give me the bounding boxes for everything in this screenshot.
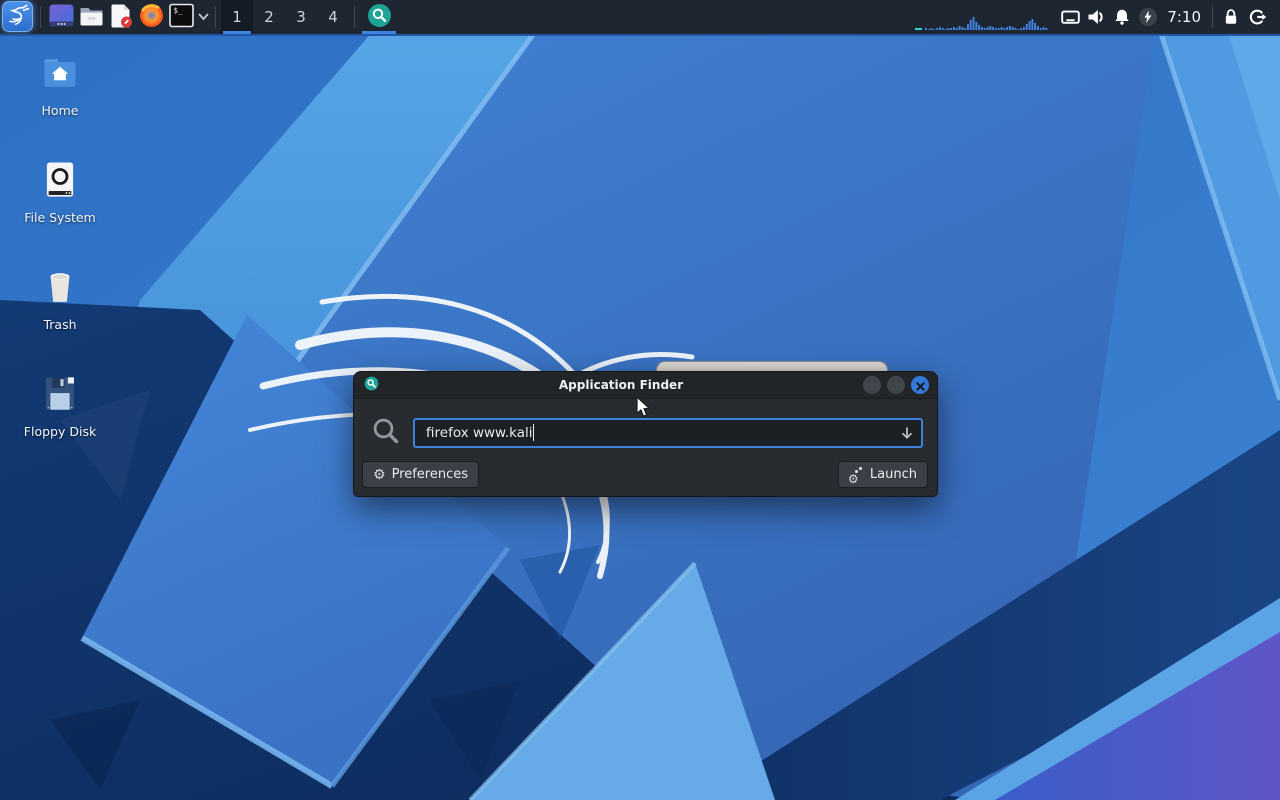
- clock[interactable]: 7:10: [1161, 8, 1207, 26]
- launcher-dashboard[interactable]: [46, 0, 76, 34]
- close-button[interactable]: [911, 376, 929, 394]
- application-finder-window: Application Finder firefox www.kali ⚙ Pr…: [353, 371, 938, 497]
- desktop-icon-trash[interactable]: Trash: [18, 266, 102, 332]
- launcher-dropdown-chevron[interactable]: [196, 0, 210, 34]
- launcher-text-editor[interactable]: [106, 0, 136, 34]
- search-icon: [371, 416, 401, 450]
- desktop-icon-label: File System: [24, 210, 96, 225]
- run-icon: ⚙: [848, 467, 864, 485]
- window-title: Application Finder: [558, 378, 684, 392]
- launch-label: Launch: [869, 467, 917, 482]
- workspace-button-1[interactable]: 1: [221, 0, 253, 34]
- panel-separator: [215, 6, 216, 28]
- workspace-button-2[interactable]: 2: [253, 0, 285, 34]
- top-panel: $_ 1 2 3 4 7:10: [0, 0, 1280, 36]
- text-caret: [533, 424, 535, 441]
- launch-button[interactable]: ⚙ Launch: [837, 461, 928, 488]
- workspace-label: 4: [328, 8, 338, 26]
- home-folder-icon: [38, 52, 82, 98]
- desktop-icon-floppy-disk[interactable]: Floppy Disk: [18, 373, 102, 439]
- lock-icon[interactable]: [1218, 0, 1244, 34]
- volume-icon[interactable]: [1083, 0, 1109, 34]
- preferences-button[interactable]: ⚙ Preferences: [362, 461, 480, 488]
- workspace-label: 2: [264, 8, 274, 26]
- desktop-icon-home[interactable]: Home: [18, 52, 102, 118]
- gear-icon: ⚙: [373, 466, 386, 483]
- desktop-icon-file-system[interactable]: File System: [18, 159, 102, 225]
- drive-icon: [39, 159, 81, 205]
- desktop-icon-label: Trash: [43, 317, 77, 332]
- terminal-prompt-glyph: $_: [173, 6, 183, 15]
- workspace-button-3[interactable]: 3: [285, 0, 317, 34]
- power-manager-icon[interactable]: [1135, 0, 1161, 34]
- kali-menu-button[interactable]: [2, 1, 33, 32]
- firefox-icon: [138, 2, 165, 33]
- trash-icon: [39, 266, 81, 312]
- notifications-bell-icon[interactable]: [1109, 0, 1135, 34]
- maximize-button[interactable]: [887, 376, 905, 394]
- titlebar[interactable]: Application Finder: [354, 372, 937, 399]
- folder-icon: [78, 2, 105, 33]
- cpu-graph[interactable]: [915, 0, 1051, 34]
- dropdown-arrow-icon[interactable]: [899, 425, 915, 445]
- logout-icon[interactable]: [1244, 0, 1270, 34]
- close-icon: [915, 376, 925, 395]
- kali-dragon-icon: [6, 3, 30, 31]
- search-input[interactable]: [413, 418, 923, 448]
- terminal-icon: $_: [168, 2, 195, 33]
- panel-separator: [1212, 6, 1213, 28]
- desktop-icon-label: Floppy Disk: [23, 424, 97, 439]
- button-row: ⚙ Preferences ⚙ Launch: [354, 461, 937, 488]
- launcher-file-manager[interactable]: [76, 0, 106, 34]
- document-icon: [108, 2, 135, 33]
- launcher-terminal[interactable]: $_: [166, 0, 196, 34]
- minimize-button[interactable]: [863, 376, 881, 394]
- search-row: [354, 416, 937, 450]
- preferences-label: Preferences: [391, 467, 469, 482]
- dashboard-icon: [48, 2, 75, 33]
- taskbar-application-finder[interactable]: [360, 0, 398, 34]
- desktop-icon-grid: Home File System Trash Floppy Disk: [18, 52, 102, 439]
- workspace-label: 3: [296, 8, 306, 26]
- panel-separator: [354, 6, 355, 28]
- display-icon[interactable]: [1057, 0, 1083, 34]
- desktop-icon-label: Home: [41, 103, 79, 118]
- workspace-button-4[interactable]: 4: [317, 0, 349, 34]
- application-finder-icon-small: [364, 376, 379, 395]
- panel-separator: [40, 6, 41, 28]
- launcher-firefox[interactable]: [136, 0, 166, 34]
- panel-accent-line: [0, 34, 1280, 36]
- application-finder-icon: [367, 3, 392, 32]
- workspace-label: 1: [232, 8, 242, 26]
- floppy-disk-icon: [39, 373, 81, 419]
- desktop: $_ 1 2 3 4 7:10 Home File System Trash F…: [0, 0, 1280, 800]
